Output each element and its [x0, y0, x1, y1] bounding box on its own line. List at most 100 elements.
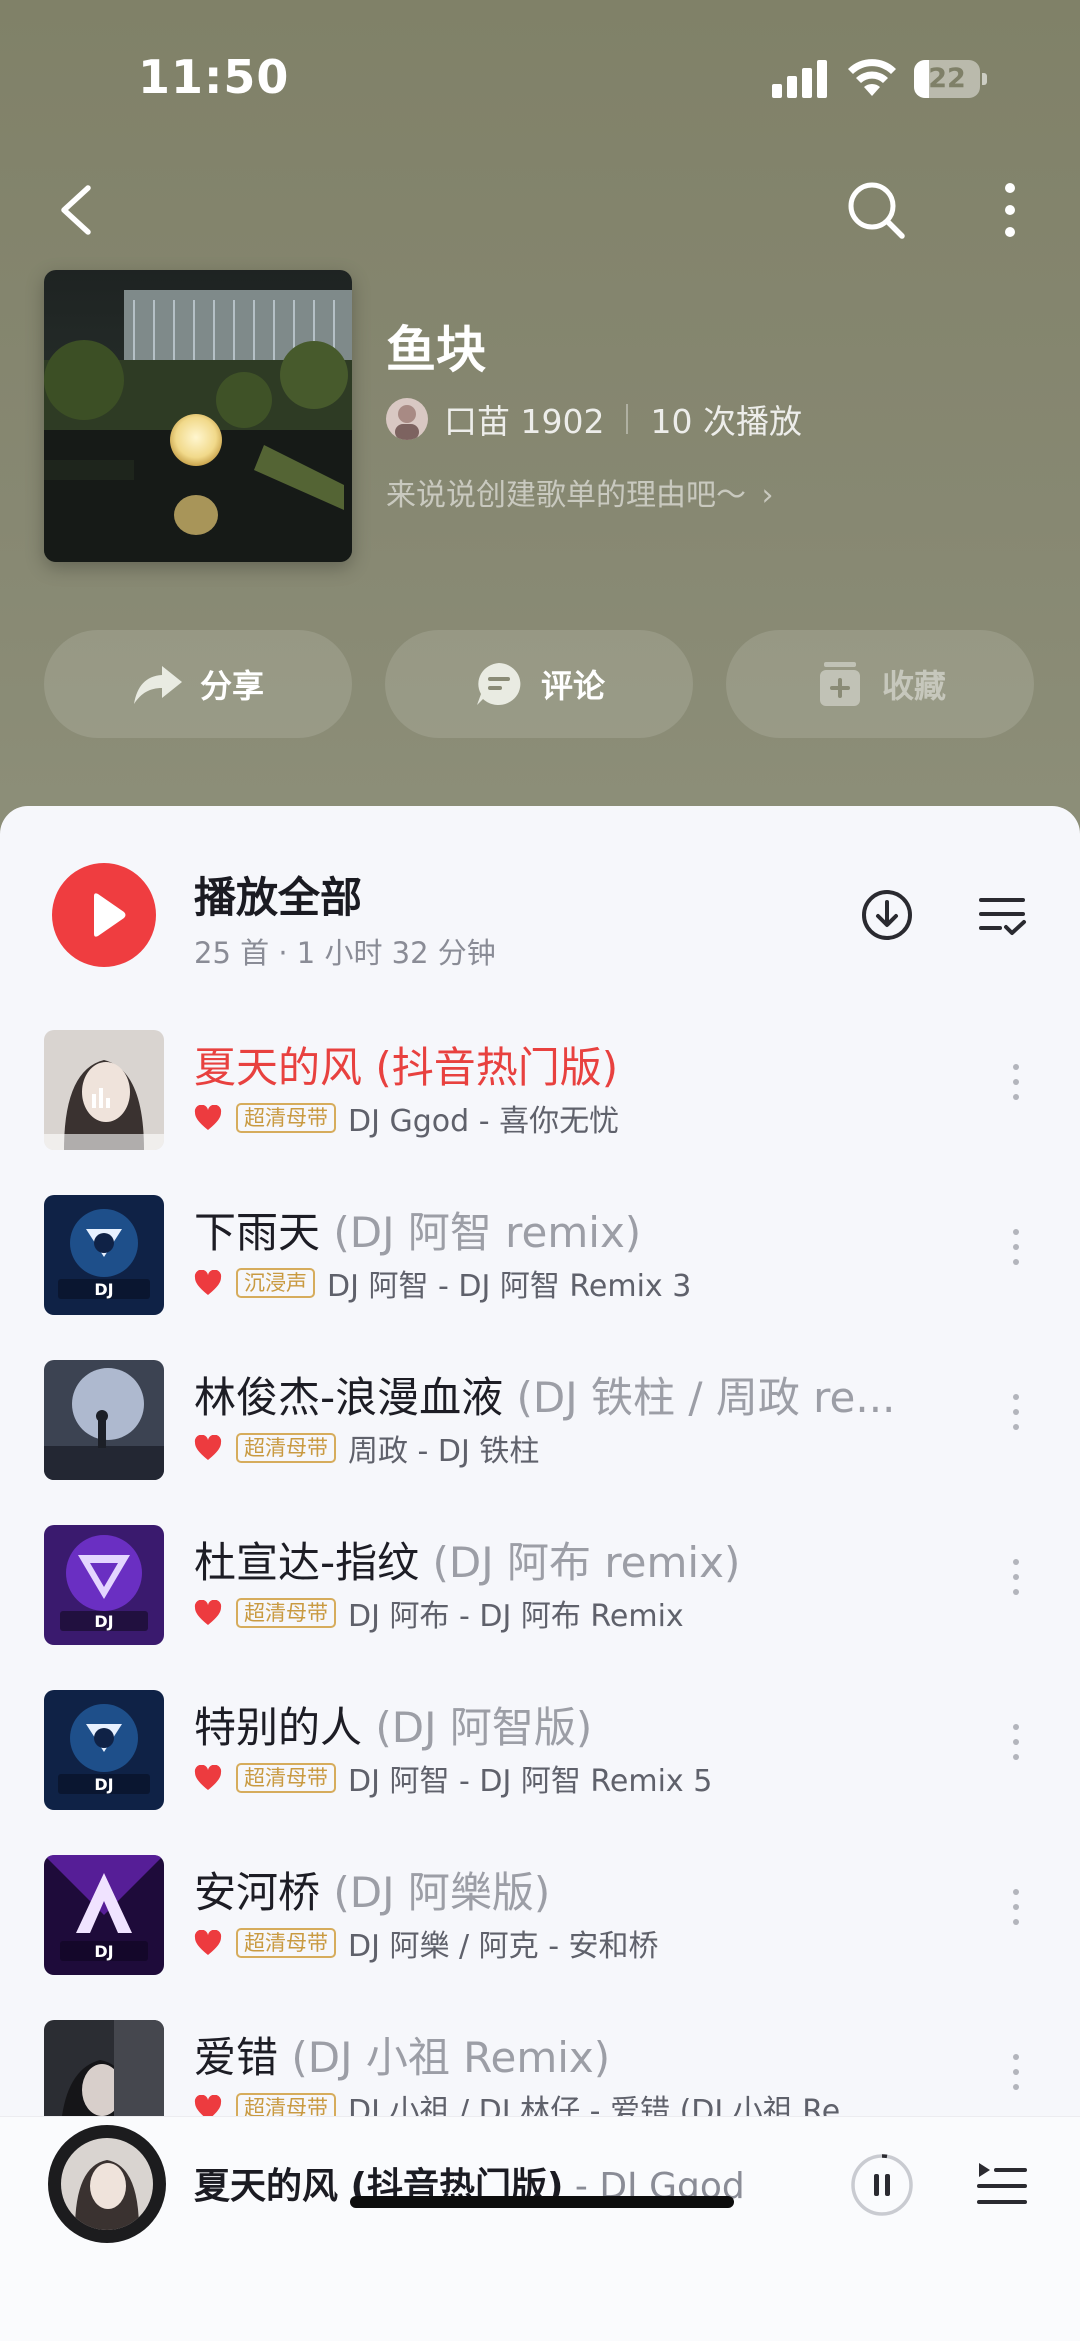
mini-player[interactable]: 夏天的风 (抖音热门版) - DJ Ggod — [0, 2116, 1080, 2341]
back-icon[interactable] — [50, 180, 100, 240]
song-thumbnail: DJ — [44, 1195, 164, 1315]
more-vertical-icon[interactable] — [1006, 1724, 1026, 1774]
home-indicator[interactable] — [350, 2196, 734, 2208]
heart-icon[interactable] — [194, 2095, 222, 2116]
song-meta: 超清母带 DJ 阿樂 / 阿克 - 安和桥 — [194, 1923, 914, 1963]
search-icon[interactable] — [846, 180, 906, 240]
quality-badge: 超清母带 — [236, 1103, 336, 1133]
chevron-right-icon: › — [761, 478, 774, 513]
quality-badge: 超清母带 — [236, 1763, 336, 1793]
more-vertical-icon[interactable] — [1006, 1889, 1026, 1939]
battery-icon: 22 — [914, 60, 987, 98]
quality-badge: 超清母带 — [236, 1928, 336, 1958]
song-artist: DJ Ggod - 喜你无忧 — [348, 1104, 620, 1138]
download-icon[interactable] — [860, 888, 914, 942]
pause-icon[interactable] — [850, 2153, 914, 2217]
play-count: 10 次播放 — [650, 402, 802, 441]
song-artist: DJ 阿布 - DJ 阿布 Remix — [348, 1599, 684, 1633]
heart-icon[interactable] — [194, 1270, 222, 1296]
status-bar: 11:50 22 — [0, 0, 1080, 140]
more-vertical-icon[interactable] — [1006, 1229, 1026, 1279]
play-icon — [94, 893, 126, 937]
song-meta: 沉浸声 DJ 阿智 - DJ 阿智 Remix 3 — [194, 1263, 914, 1303]
song-title: 林俊杰-浪漫血液 (DJ 铁柱 / 周政 re... — [194, 1364, 914, 1425]
song-meta: 超清母带 DJ Ggod - 喜你无忧 — [194, 1098, 914, 1138]
song-thumbnail: DJ — [44, 1690, 164, 1810]
share-button[interactable]: 分享 — [44, 630, 352, 738]
quality-badge: 超清母带 — [236, 2093, 336, 2116]
heart-icon[interactable] — [194, 1600, 222, 1626]
divider — [626, 404, 629, 434]
svg-text:DJ: DJ — [94, 1942, 113, 1961]
status-time: 11:50 — [138, 50, 290, 104]
song-title: 夏天的风 (抖音热门版) — [194, 1034, 914, 1095]
song-subtitle: (DJ 小祖 Remix) — [278, 2033, 611, 2082]
heart-icon[interactable] — [194, 1435, 222, 1461]
song-row[interactable]: DJ 杜宣达-指纹 (DJ 阿布 remix) 超清母带 DJ 阿布 - DJ … — [0, 1515, 1080, 1680]
song-meta: 超清母带 DJ 阿布 - DJ 阿布 Remix — [194, 1593, 914, 1633]
song-row[interactable]: DJ 特别的人 (DJ 阿智版) 超清母带 DJ 阿智 - DJ 阿智 Remi… — [0, 1680, 1080, 1845]
playlist-manage-icon[interactable] — [978, 894, 1028, 938]
comment-icon — [476, 663, 521, 705]
playlist-description[interactable]: 来说说创建歌单的理由吧～ › — [386, 470, 774, 514]
playlist-title: 鱼块 — [386, 321, 486, 379]
quality-badge: 沉浸声 — [236, 1268, 315, 1298]
svg-text:DJ: DJ — [94, 1612, 113, 1631]
more-vertical-icon[interactable] — [990, 178, 1030, 242]
heart-icon[interactable] — [194, 1765, 222, 1791]
creator-avatar[interactable] — [386, 398, 428, 440]
song-title: 杜宣达-指纹 (DJ 阿布 remix) — [194, 1529, 914, 1590]
quality-badge: 超清母带 — [236, 1433, 336, 1463]
song-meta: 超清母带 周政 - DJ 铁柱 — [194, 1428, 914, 1468]
song-row[interactable]: 爱错 (DJ 小祖 Remix) 超清母带 DJ 小祖 / DJ 林仔 - 爱错… — [0, 2010, 1080, 2116]
more-vertical-icon[interactable] — [1006, 2054, 1026, 2104]
song-thumbnail: DJ — [44, 1525, 164, 1645]
song-title-text: 安河桥 — [194, 1868, 321, 1917]
song-row[interactable]: 林俊杰-浪漫血液 (DJ 铁柱 / 周政 re... 超清母带 周政 - DJ … — [0, 1350, 1080, 1515]
collect-button[interactable]: 收藏 — [726, 630, 1034, 738]
comment-button[interactable]: 评论 — [385, 630, 693, 738]
queue-icon[interactable] — [976, 2159, 1028, 2209]
collect-label: 收藏 — [881, 667, 946, 705]
heart-icon[interactable] — [194, 1105, 222, 1131]
description-text: 来说说创建歌单的理由吧～ — [386, 478, 746, 513]
song-row[interactable]: DJ 下雨天 (DJ 阿智 remix) 沉浸声 DJ 阿智 - DJ 阿智 R… — [0, 1185, 1080, 1350]
song-sheet: 播放全部 25 首 · 1 小时 32 分钟 夏天的风 (抖音热门版) 超清母带… — [0, 806, 1080, 2116]
play-all-button[interactable] — [52, 863, 156, 967]
song-title-text: 特别的人 — [194, 1703, 363, 1752]
cellular-signal-icon — [772, 58, 832, 98]
battery-level: 22 — [928, 63, 966, 94]
song-subtitle: (DJ 铁柱 / 周政 re... — [503, 1373, 896, 1422]
song-artist: 周政 - DJ 铁柱 — [348, 1434, 540, 1468]
song-title-text: 爱错 — [194, 2033, 279, 2082]
song-subtitle: (DJ 阿智版) — [362, 1703, 593, 1752]
song-thumbnail — [44, 1360, 164, 1480]
collect-icon — [819, 662, 860, 706]
song-artist: DJ 阿樂 / 阿克 - 安和桥 — [348, 1929, 659, 1963]
playlist-cover[interactable] — [44, 270, 352, 562]
song-subtitle: (DJ 阿布 remix) — [419, 1538, 741, 1587]
song-title: 下雨天 (DJ 阿智 remix) — [194, 1199, 914, 1260]
more-vertical-icon[interactable] — [1006, 1394, 1026, 1444]
play-all-label[interactable]: 播放全部 — [194, 864, 362, 925]
more-vertical-icon[interactable] — [1006, 1064, 1026, 1114]
song-subtitle: (DJ 阿樂版) — [320, 1868, 551, 1917]
svg-text:DJ: DJ — [94, 1775, 113, 1794]
song-title-text: 夏天的风 (抖音热门版) — [194, 1043, 619, 1092]
wifi-icon — [848, 59, 896, 96]
song-thumbnail — [44, 2020, 164, 2116]
share-label: 分享 — [199, 667, 264, 705]
song-thumbnail: DJ — [44, 1855, 164, 1975]
creator-name[interactable]: 口苗 1902 — [444, 395, 604, 443]
creator-row[interactable]: 口苗 1902 10 次播放 — [386, 396, 802, 442]
quality-badge: 超清母带 — [236, 1598, 336, 1628]
now-playing-disc[interactable] — [48, 2125, 166, 2243]
song-artist: DJ 小祖 / DJ 林仔 - 爱错 (DJ 小祖 Re... — [348, 2094, 869, 2116]
heart-icon[interactable] — [194, 1930, 222, 1956]
song-row[interactable]: 夏天的风 (抖音热门版) 超清母带 DJ Ggod - 喜你无忧 — [0, 1020, 1080, 1185]
share-icon — [133, 666, 182, 704]
song-title-text: 林俊杰-浪漫血液 — [194, 1373, 504, 1422]
song-subtitle: (DJ 阿智 remix) — [320, 1208, 642, 1257]
more-vertical-icon[interactable] — [1006, 1559, 1026, 1609]
song-row[interactable]: DJ 安河桥 (DJ 阿樂版) 超清母带 DJ 阿樂 / 阿克 - 安和桥 — [0, 1845, 1080, 2010]
